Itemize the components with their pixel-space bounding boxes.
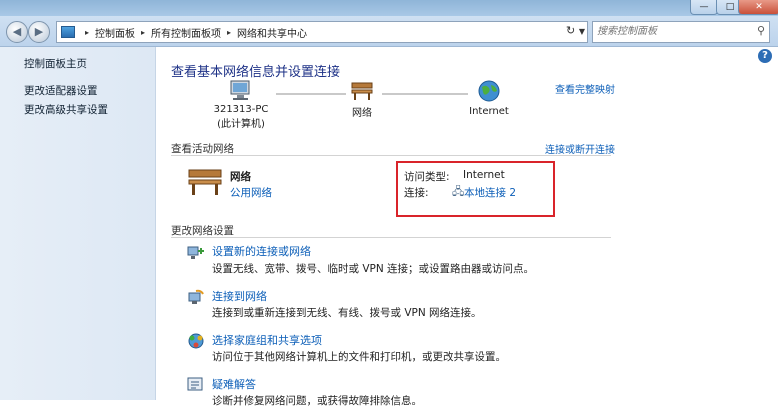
globe-icon [478, 80, 500, 102]
local-connection-link[interactable]: 本地连接 2 [464, 185, 516, 200]
search-input[interactable] [593, 22, 751, 40]
task-homegroup-link[interactable]: 选择家庭组和共享选项 [212, 332, 322, 348]
back-arrow-icon: ◀ [12, 25, 22, 38]
address-dropdown-icon[interactable]: ▼ [579, 27, 585, 36]
search-box[interactable]: ⚲ [592, 21, 770, 43]
task-description: 设置无线、宽带、拨号、临时或 VPN 连接；或设置路由器或访问点。 [212, 263, 535, 275]
task-new-connection-link[interactable]: 设置新的连接或网络 [212, 243, 311, 259]
navigation-bar: ◀ ▶ ▸ 控制面板 ▸ 所有控制面板项 ▸ 网络和共享中心 ▼ ↻ ⚲ [0, 16, 778, 47]
help-icon[interactable]: ? [758, 49, 772, 63]
divider [171, 155, 611, 156]
task-description: 访问位于其他网络计算机上的文件和打印机，或更改共享设置。 [212, 351, 506, 363]
network-type-link[interactable]: 公用网络 [230, 185, 272, 200]
sidebar-item-control-panel-home[interactable]: 控制面板主页 [24, 56, 87, 71]
forward-button[interactable]: ▶ [28, 21, 50, 43]
connection-label: 连接: [404, 187, 429, 199]
network-node[interactable]: 网络 [342, 79, 382, 119]
task-description: 诊断并修复网络问题，或获得故障排除信息。 [212, 395, 422, 407]
access-type-value: Internet [463, 169, 505, 181]
breadcrumb-network-center[interactable]: 网络和共享中心 [237, 25, 307, 40]
computer-node[interactable]: 321313-PC (此计算机) [206, 79, 276, 130]
view-full-map-link[interactable]: 查看完整映射 [555, 81, 615, 96]
troubleshoot-icon [187, 377, 203, 391]
bench-network-icon [188, 169, 222, 195]
map-connector [276, 93, 346, 95]
breadcrumb-control-panel[interactable]: 控制面板 [95, 25, 135, 40]
internet-label: Internet [469, 106, 509, 117]
change-settings-header: 更改网络设置 [171, 225, 234, 237]
active-network-name: 网络 [230, 171, 251, 183]
sidebar-item-advanced-sharing[interactable]: 更改高级共享设置 [24, 102, 108, 117]
task-troubleshoot-link[interactable]: 疑难解答 [212, 376, 256, 392]
task-connect-network-link[interactable]: 连接到网络 [212, 288, 267, 304]
homegroup-icon [188, 333, 204, 349]
forward-arrow-icon: ▶ [34, 25, 44, 38]
sidebar-item-change-adapter[interactable]: 更改适配器设置 [24, 83, 98, 98]
new-connection-icon [187, 246, 204, 259]
network-label: 网络 [352, 108, 372, 119]
task-description: 连接到或重新连接到无线、有线、拨号或 VPN 网络连接。 [212, 307, 482, 319]
access-type-label: 访问类型: [404, 171, 450, 183]
title-bar: — □ ✕ [0, 0, 778, 16]
address-bar[interactable]: ▸ 控制面板 ▸ 所有控制面板项 ▸ 网络和共享中心 ▼ [56, 21, 588, 43]
internet-node[interactable]: Internet [464, 79, 514, 117]
breadcrumb-separator[interactable]: ▸ [85, 28, 89, 37]
connect-network-icon [188, 289, 204, 304]
minimize-button[interactable]: — [690, 0, 718, 15]
control-panel-icon [61, 26, 75, 38]
close-button[interactable]: ✕ [738, 0, 778, 15]
bench-network-icon [351, 82, 373, 100]
left-task-pane: 控制面板主页 更改适配器设置 更改高级共享设置 [0, 47, 156, 400]
divider [171, 237, 611, 238]
back-button[interactable]: ◀ [6, 21, 28, 43]
connect-disconnect-link[interactable]: 连接或断开连接 [545, 141, 615, 156]
map-connector [382, 93, 468, 95]
search-icon[interactable]: ⚲ [757, 24, 765, 37]
breadcrumb-separator[interactable]: ▸ [141, 28, 145, 37]
computer-name: 321313-PC [213, 104, 269, 115]
page-title: 查看基本网络信息并设置连接 [171, 65, 341, 80]
active-networks-header: 查看活动网络 [171, 143, 234, 155]
breadcrumb-separator[interactable]: ▸ [227, 28, 231, 37]
main-pane: ? 查看基本网络信息并设置连接 查看完整映射 321313-PC (此计算机) … [156, 47, 778, 407]
refresh-icon[interactable]: ↻ [566, 24, 575, 37]
computer-subtitle: (此计算机) [217, 119, 265, 130]
computer-icon [230, 80, 250, 100]
breadcrumb-all-items[interactable]: 所有控制面板项 [151, 25, 221, 40]
ethernet-icon: 🖧 [452, 185, 465, 198]
